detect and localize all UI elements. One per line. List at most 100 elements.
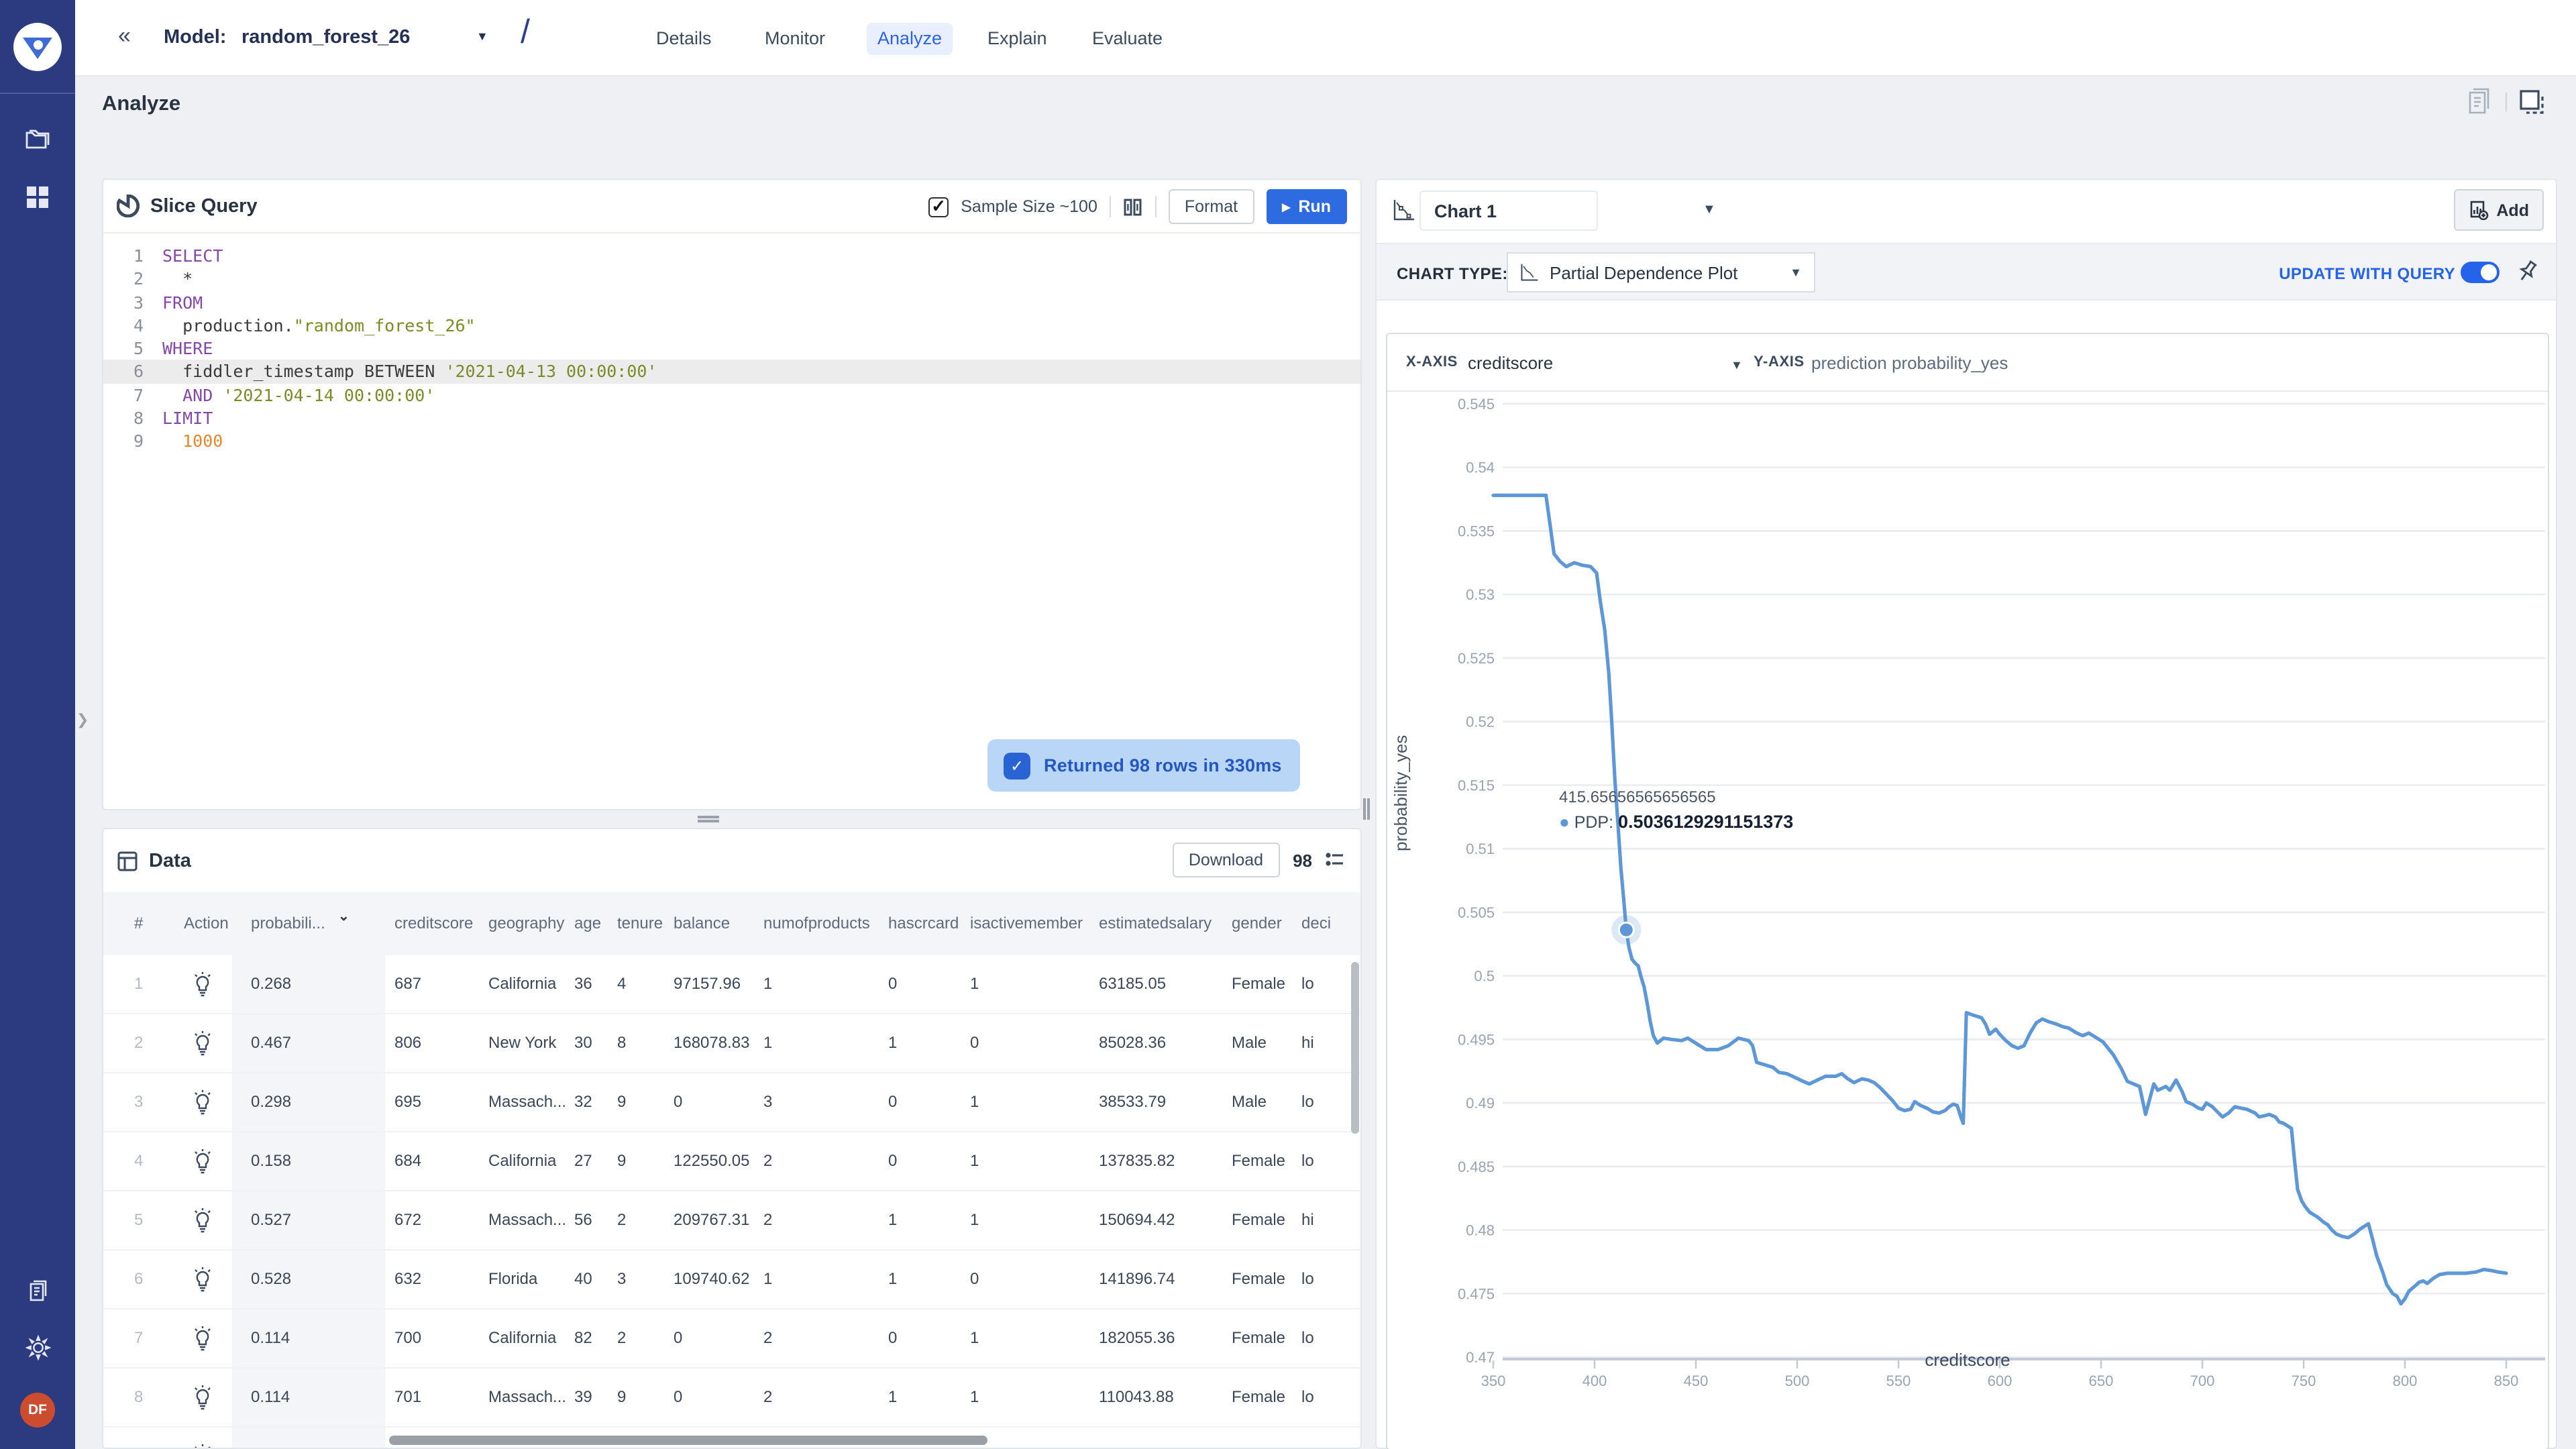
column-header-estimatedsalary[interactable]: estimatedsalary	[1099, 914, 1212, 932]
explain-bulb-icon[interactable]	[192, 1148, 213, 1182]
projects-folder-icon[interactable]	[19, 121, 56, 158]
code-line[interactable]: 6 fiddler_timestamp BETWEEN '2021-04-13 …	[103, 360, 1360, 384]
column-header-numofproducts[interactable]: numofproducts	[763, 914, 870, 932]
horizontal-resize-handle[interactable]	[698, 816, 719, 822]
cell-geography: California	[488, 1151, 556, 1170]
column-header-#[interactable]: #	[134, 914, 143, 932]
cell-gender: Female	[1232, 1269, 1285, 1288]
code-line[interactable]: 8LIMIT	[103, 407, 1360, 430]
explain-bulb-icon[interactable]	[192, 971, 213, 1005]
update-with-query-label[interactable]: UPDATE WITH QUERY	[2279, 264, 2455, 283]
explain-bulb-icon[interactable]	[192, 1267, 213, 1300]
code-line[interactable]: 5WHERE	[103, 337, 1360, 360]
column-header-isactivemember[interactable]: isactivemember	[970, 914, 1083, 932]
cell-geography: Florida	[488, 1269, 537, 1288]
explain-bulb-icon[interactable]	[192, 1030, 213, 1064]
column-header-deci[interactable]: deci	[1301, 914, 1331, 932]
column-header-creditscore[interactable]: creditscore	[394, 914, 473, 932]
code-line[interactable]: 1SELECT	[103, 244, 1360, 268]
table-row[interactable]: 10.268687California36497157.9610163185.0…	[103, 955, 1360, 1014]
model-selector[interactable]: random_forest_26	[241, 27, 410, 48]
pdp-line-chart[interactable]: 0.5450.540.5350.530.5250.520.5150.510.50…	[1387, 392, 2548, 1449]
code-line[interactable]: 3FROM	[103, 290, 1360, 314]
tab-explain[interactable]: Explain	[977, 23, 1058, 55]
column-header-hascrcard[interactable]: hascrcard	[888, 914, 959, 932]
pin-icon[interactable]	[2516, 259, 2540, 286]
code-line[interactable]: 4 production."random_forest_26"	[103, 314, 1360, 337]
vertical-resize-handle[interactable]	[1363, 798, 1370, 820]
user-avatar[interactable]: DF	[20, 1393, 55, 1428]
table-row[interactable]: 50.527672Massach...562209767.31211150694…	[103, 1191, 1360, 1250]
slice-query-panel: Slice Query Sample Size ~100 Format ▶ Ru…	[102, 178, 1362, 810]
column-header-gender[interactable]: gender	[1232, 914, 1282, 932]
panel-collapse-chevron[interactable]: ❯	[76, 711, 89, 729]
docs-icon[interactable]	[19, 1272, 56, 1309]
explain-bulb-icon[interactable]	[192, 1444, 213, 1449]
table-row[interactable]: 20.467806New York308168078.8311085028.36…	[103, 1014, 1360, 1073]
cell-tenure: 9	[617, 1387, 626, 1406]
y-axis-label: Y-AXIS	[1754, 354, 1805, 370]
row-settings-icon[interactable]	[1326, 851, 1344, 869]
column-header-age[interactable]: age	[574, 914, 601, 932]
download-button[interactable]: Download	[1173, 843, 1279, 877]
notes-icon[interactable]	[2470, 89, 2488, 113]
table-row[interactable]: 80.114701Massach...3990211110043.88Femal…	[103, 1368, 1360, 1428]
cell-probabili: 0.467	[251, 1033, 291, 1052]
collapse-nav-icon[interactable]: «	[118, 23, 131, 50]
add-chart-button[interactable]: Add	[2453, 189, 2544, 231]
run-button[interactable]: ▶ Run	[1266, 189, 1347, 224]
line-number: 4	[103, 314, 144, 337]
table-row[interactable]: 40.158684California279122550.05201137835…	[103, 1132, 1360, 1191]
x-axis-dropdown[interactable]: creditscore	[1468, 353, 1553, 373]
column-header-balance[interactable]: balance	[674, 914, 730, 932]
explain-bulb-icon[interactable]	[192, 1208, 213, 1241]
table-vertical-scrollbar[interactable]	[1351, 962, 1359, 1134]
code-line[interactable]: 2 *	[103, 268, 1360, 291]
table-row[interactable]: 30.298695Massach...329030138533.79Malelo	[103, 1073, 1360, 1132]
column-header-tenure[interactable]: tenure	[617, 914, 663, 932]
table-horizontal-scrollbar[interactable]	[389, 1436, 987, 1445]
hovered-data-point[interactable]	[1619, 922, 1633, 937]
explain-bulb-icon[interactable]	[192, 1385, 213, 1418]
table-column-header[interactable]: # Action probabili... ⌄ creditscore geography…	[103, 892, 1360, 955]
column-header-probabili[interactable]: probabili...	[251, 914, 325, 932]
sql-editor[interactable]: 1SELECT2 *3FROM4 production."random_fore…	[103, 244, 1360, 453]
duplicate-icon[interactable]	[2521, 91, 2542, 113]
line-text: *	[162, 268, 193, 291]
tab-analyze[interactable]: Analyze	[867, 23, 953, 55]
tab-details[interactable]: Details	[645, 23, 722, 55]
apps-grid-icon[interactable]	[19, 178, 56, 216]
explain-bulb-icon[interactable]	[192, 1089, 213, 1123]
column-header-action[interactable]: Action	[184, 914, 229, 932]
chart-type-dropdown[interactable]: Partial Dependence Plot ▼	[1507, 252, 1815, 292]
chart-select-caret-icon[interactable]: ▼	[1703, 203, 1716, 217]
cell-index: 8	[134, 1387, 143, 1406]
cell-tenure: 2	[617, 1210, 626, 1229]
cell-age: 40	[574, 1269, 592, 1288]
page-header-icons	[2385, 85, 2546, 119]
format-button[interactable]: Format	[1169, 189, 1254, 224]
table-row[interactable]: 70.114700California8220201182055.36Femal…	[103, 1309, 1360, 1368]
settings-gear-icon[interactable]	[19, 1328, 56, 1366]
tab-monitor[interactable]: Monitor	[754, 23, 836, 55]
chart-name-input[interactable]: Chart 1	[1419, 191, 1598, 231]
model-caret-icon[interactable]: ▼	[476, 30, 488, 43]
code-line[interactable]: 7 AND '2021-04-14 00:00:00'	[103, 384, 1360, 407]
table-row[interactable]: 60.528632Florida403109740.62110141896.74…	[103, 1250, 1360, 1309]
columns-icon[interactable]	[1123, 197, 1143, 217]
slice-query-title: Slice Query	[150, 195, 258, 217]
cell-age: 36	[574, 974, 592, 993]
sample-size-checkbox[interactable]	[928, 197, 949, 217]
sort-descending-icon[interactable]: ⌄	[338, 910, 350, 924]
separator	[1110, 196, 1111, 217]
success-check-icon: ✓	[1004, 752, 1030, 779]
explain-bulb-icon[interactable]	[192, 1326, 213, 1359]
update-with-query-toggle[interactable]	[2461, 262, 2500, 283]
column-header-geography[interactable]: geography	[488, 914, 564, 932]
x-axis-caret-icon[interactable]: ▼	[1731, 358, 1743, 372]
fiddler-logo-icon[interactable]	[13, 23, 62, 71]
code-line[interactable]: 9 1000	[103, 430, 1360, 453]
tab-evaluate[interactable]: Evaluate	[1081, 23, 1173, 55]
cell-balance: 0	[674, 1328, 682, 1347]
separator	[1155, 196, 1157, 217]
